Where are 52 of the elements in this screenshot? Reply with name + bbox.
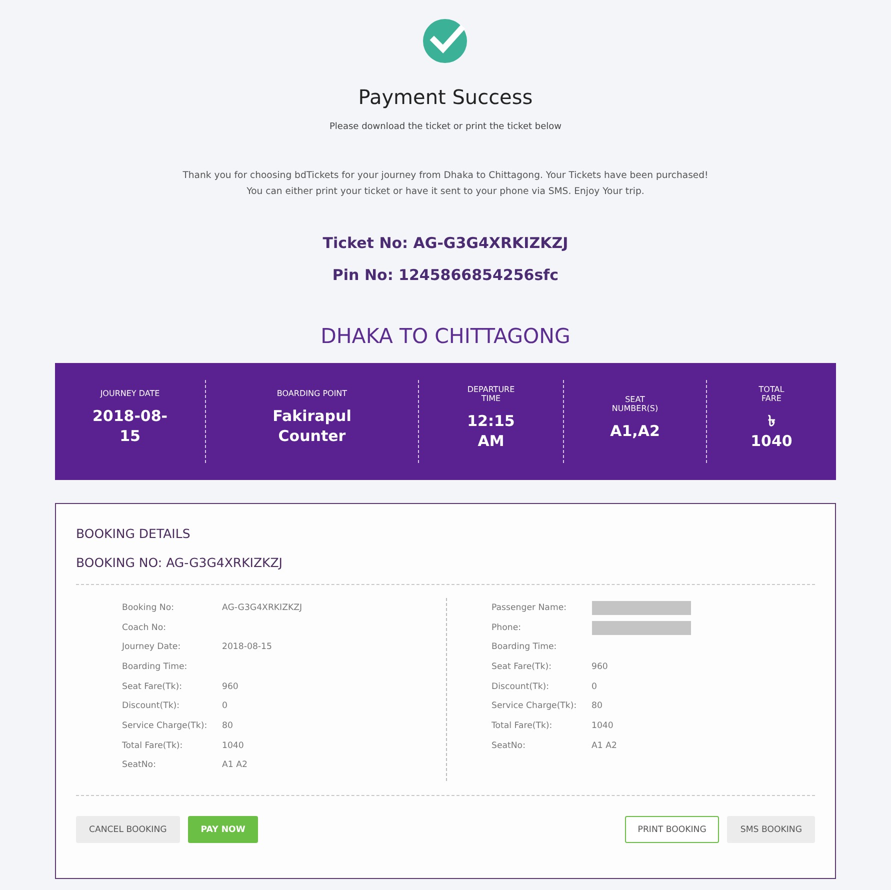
detail-value: A1 A2 — [592, 740, 617, 751]
detail-value: 1040 — [592, 720, 614, 731]
summary-value: ৳ 1040 — [750, 410, 794, 450]
detail-label: Seat Fare(Tk): — [122, 682, 182, 692]
message-text: You can either print your ticket or have it sent to your phone via SMS. Enjoy Your trip. — [246, 185, 644, 199]
message-text: Thank you for choosing bdTickets for your journey from Dhaka to Chittagong. Your Tickets have been purchased! — [182, 169, 708, 183]
summary-label: SEAT NUMBER(S) — [610, 394, 660, 412]
detail-label: Journey Date: — [122, 642, 181, 652]
detail-value: 80 — [592, 701, 602, 712]
detail-label: Service Charge(Tk): — [122, 720, 208, 731]
check-circle-icon — [422, 17, 468, 63]
detail-label: Total Fare(Tk): — [492, 720, 552, 731]
pin-number-text: Pin No: 1245866854256sfc — [332, 265, 559, 286]
detail-label: Boarding Time: — [492, 642, 557, 652]
route-heading: DHAKA TO CHITTAGONG — [320, 323, 570, 349]
cancel-booking-button[interactable]: CANCEL BOOKING — [76, 816, 180, 843]
summary-label: BOARDING POINT — [276, 389, 348, 398]
summary-value: 12:15 AM — [466, 410, 516, 450]
detail-value: AG-G3G4XRKIZKZJ — [222, 602, 302, 613]
summary-value: 2018-08-15 — [91, 406, 169, 446]
detail-value: A1 A2 — [222, 760, 248, 770]
detail-value: 960 — [592, 662, 608, 672]
detail-label: Total Fare(Tk): — [122, 740, 183, 751]
detail-label: Booking No: — [122, 602, 174, 613]
detail-label: Boarding Time: — [122, 662, 188, 672]
detail-value: 1040 — [222, 740, 244, 751]
detail-label: Coach No: — [122, 622, 166, 633]
detail-label: Discount(Tk): — [122, 701, 180, 712]
print-booking-button[interactable]: PRINT BOOKING — [624, 816, 720, 843]
detail-value: 80 — [222, 720, 233, 731]
detail-label: Seat Fare(Tk): — [492, 662, 552, 672]
detail-label: Discount(Tk): — [492, 682, 550, 692]
sms-booking-button[interactable]: SMS BOOKING — [727, 816, 815, 843]
booking-number-text: BOOKING NO: AG-G3G4XRKIZKZJ — [76, 554, 284, 572]
summary-label: JOURNEY DATE — [100, 389, 160, 398]
page-title: Payment Success — [358, 84, 533, 110]
summary-value: A1,A2 — [610, 420, 660, 440]
detail-value: 2018-08-15 — [222, 642, 272, 652]
detail-label: Passenger Name: — [492, 602, 567, 613]
subtitle-text: Please download the ticket or print the ticket below — [330, 121, 562, 134]
summary-label: DEPARTURE TIME — [466, 384, 516, 402]
detail-value: 0 — [592, 682, 597, 692]
detail-label: SeatNo: — [122, 760, 156, 770]
detail-label: Phone: — [492, 622, 522, 633]
section-title: BOOKING DETAILS — [76, 525, 192, 543]
detail-value: 960 — [222, 682, 238, 692]
detail-value: 0 — [222, 701, 228, 712]
summary-label: TOTAL FARE — [758, 384, 786, 402]
detail-label: Service Charge(Tk): — [492, 701, 577, 712]
summary-value: Fakirapul Counter — [272, 406, 352, 446]
ticket-number-text: Ticket No: AG-G3G4XRKIZKZJ — [322, 233, 568, 254]
detail-label: SeatNo: — [492, 740, 526, 751]
